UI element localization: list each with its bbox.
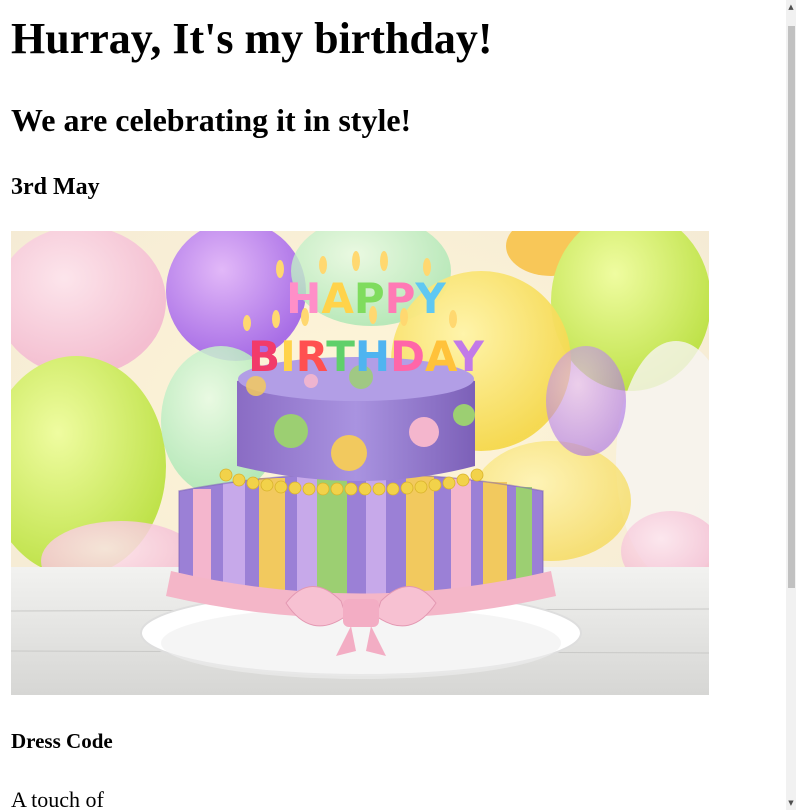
dress-code-text: A touch of (11, 787, 104, 810)
candle-text-birthday: BIRTHDAY (248, 332, 484, 381)
event-date: 3rd May (11, 174, 100, 200)
scroll-down-arrow-icon[interactable]: ▼ (786, 796, 796, 810)
candle-text-happy: HAPPY (286, 274, 446, 323)
scrollbar-thumb[interactable] (788, 26, 795, 588)
dress-code-heading: Dress Code (11, 729, 113, 753)
birthday-cake-image: HAPPY BIRTHDAY (11, 231, 709, 695)
page-title: Hurray, It's my birthday! (11, 14, 493, 63)
page-content: Hurray, It's my birthday! We are celebra… (0, 0, 786, 810)
vertical-scrollbar[interactable]: ▲ ▼ (786, 0, 796, 810)
page-subtitle: We are celebrating it in style! (11, 102, 412, 138)
scroll-up-arrow-icon[interactable]: ▲ (786, 0, 796, 14)
